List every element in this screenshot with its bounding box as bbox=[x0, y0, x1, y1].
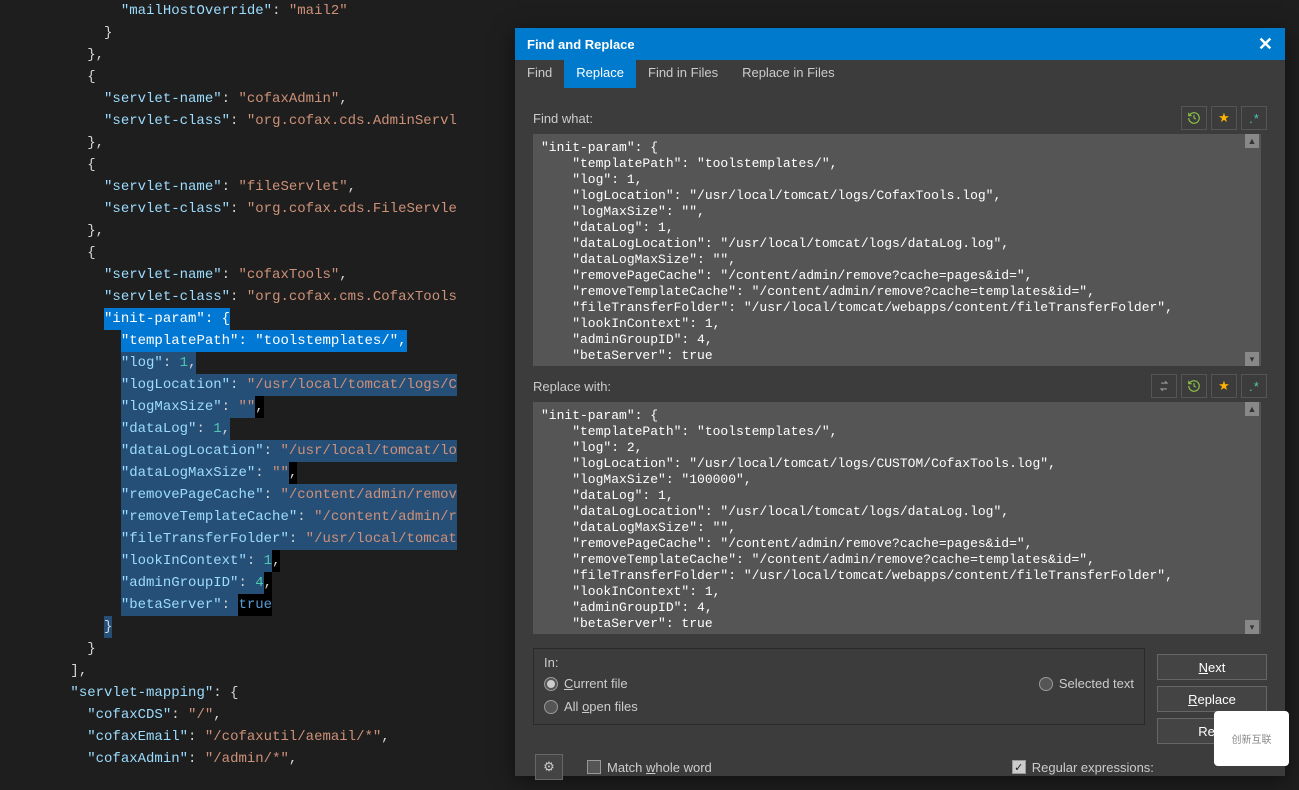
favorite-icon[interactable]: ★ bbox=[1211, 374, 1237, 398]
swap-icon[interactable] bbox=[1151, 374, 1177, 398]
in-scope-box: In: Current file Selected text All open … bbox=[533, 648, 1145, 725]
tab-find[interactable]: Find bbox=[515, 60, 564, 88]
radio-all-open-files[interactable]: All open files bbox=[544, 699, 1134, 714]
radio-selected-text[interactable]: Selected text bbox=[1039, 676, 1134, 691]
replace-button[interactable]: Replace bbox=[1157, 686, 1267, 712]
tab-replace-in-files[interactable]: Replace in Files bbox=[730, 60, 847, 88]
tab-find-in-files[interactable]: Find in Files bbox=[636, 60, 730, 88]
regex-icon[interactable]: .* bbox=[1241, 374, 1267, 398]
in-label: In: bbox=[544, 655, 1134, 670]
find-replace-dialog: Find and Replace ✕ FindReplaceFind in Fi… bbox=[515, 28, 1285, 776]
favorite-icon[interactable]: ★ bbox=[1211, 106, 1237, 130]
tab-replace[interactable]: Replace bbox=[564, 60, 636, 88]
gear-icon[interactable]: ⚙ bbox=[535, 754, 563, 780]
find-what-label: Find what: bbox=[533, 111, 593, 126]
regex-checkbox[interactable]: ✓Regular expressions: bbox=[1012, 760, 1154, 775]
scrollbar[interactable]: ▲▾ bbox=[1243, 134, 1261, 366]
radio-current-file[interactable]: Current file bbox=[544, 676, 628, 691]
regex-icon[interactable]: .* bbox=[1241, 106, 1267, 130]
history-icon[interactable] bbox=[1181, 106, 1207, 130]
replace-with-label: Replace with: bbox=[533, 379, 611, 394]
dialog-title: Find and Replace bbox=[527, 37, 635, 52]
watermark-logo: 创新互联 bbox=[1214, 711, 1289, 766]
history-icon[interactable] bbox=[1181, 374, 1207, 398]
find-input[interactable] bbox=[533, 134, 1243, 366]
scrollbar[interactable]: ▲▾ bbox=[1243, 402, 1261, 634]
close-icon[interactable]: ✕ bbox=[1258, 34, 1273, 55]
dialog-titlebar[interactable]: Find and Replace ✕ bbox=[515, 28, 1285, 60]
dialog-tabs: FindReplaceFind in FilesReplace in Files bbox=[515, 60, 1285, 88]
replace-input[interactable] bbox=[533, 402, 1243, 634]
next-button[interactable]: Next bbox=[1157, 654, 1267, 680]
match-whole-word-checkbox[interactable]: Match whole word bbox=[587, 760, 712, 775]
